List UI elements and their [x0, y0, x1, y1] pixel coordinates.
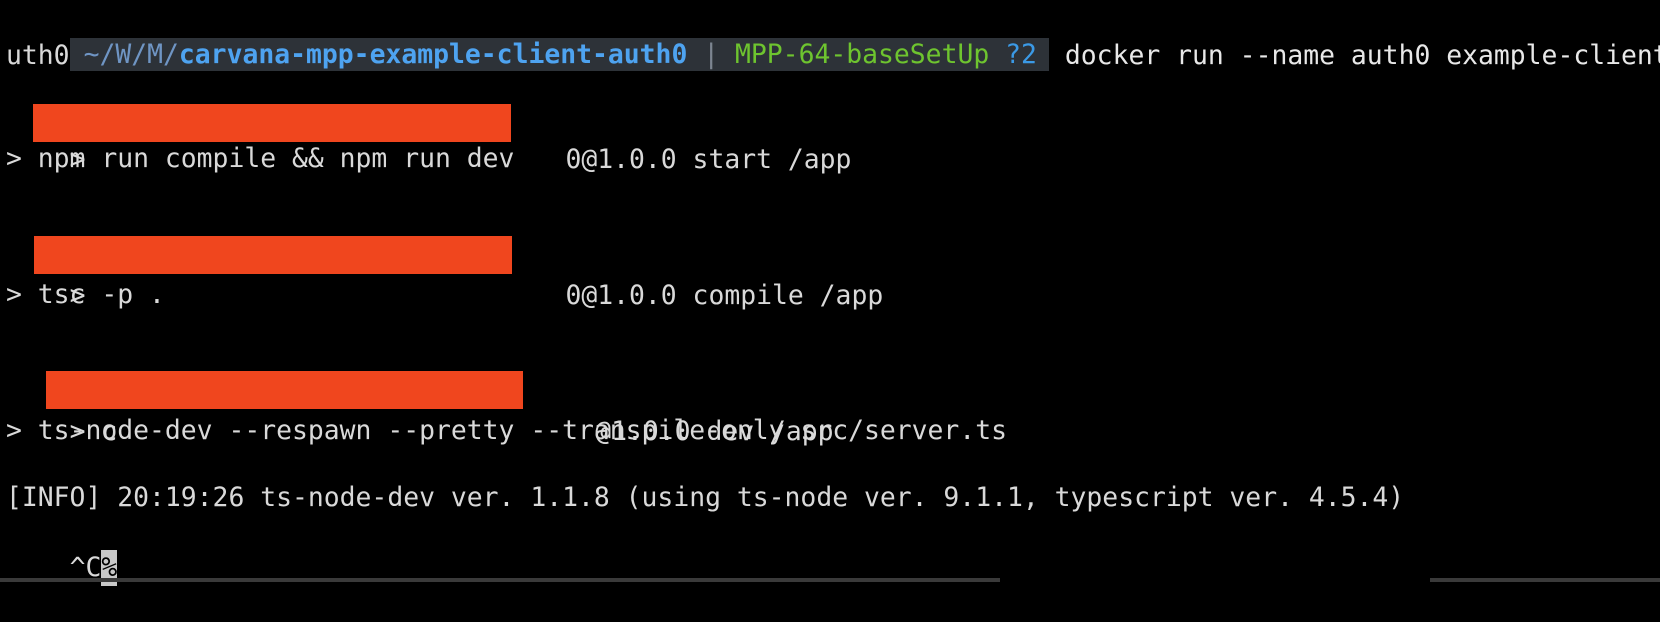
- start-package-suffix: 0@1.0.0 start /app: [565, 144, 852, 175]
- npm-compile-command: > tsc -p .: [6, 279, 165, 310]
- info-log-line: [INFO] 20:19:26 ts-node-dev ver. 1.1.8 (…: [6, 482, 1405, 513]
- redaction-box-1: [33, 104, 511, 142]
- prompt-segment: ~/W/M/carvana-mpp-example-client-auth0 |…: [69, 38, 1049, 71]
- command-wrap-line: uth0: [6, 40, 70, 71]
- interrupt-line: ^C%: [6, 514, 118, 586]
- prompt-line: ~/W/M/carvana-mpp-example-client-auth0 |…: [6, 2, 1660, 71]
- typed-command: docker run --name auth0 example-client-a: [1064, 40, 1660, 71]
- redaction-box-3: [46, 371, 523, 409]
- compile-package-suffix: 0@1.0.0 compile /app: [565, 280, 884, 311]
- prompt-path-prefix: ~/W/M/: [83, 39, 179, 70]
- status-divider-left: [0, 578, 1000, 582]
- npm-start-command: > npm run compile && npm run dev: [6, 143, 515, 174]
- git-branch: MPP-64-baseSetUp: [735, 39, 990, 70]
- prompt-current-directory: carvana-mpp-example-client-auth0: [178, 39, 688, 70]
- prompt-separator: |: [703, 39, 720, 70]
- git-status: ?2: [1005, 39, 1037, 70]
- status-divider-right: [1430, 578, 1660, 582]
- redaction-box-2: [34, 236, 512, 274]
- npm-dev-command: > ts-node-dev --respawn --pretty --trans…: [6, 415, 1007, 446]
